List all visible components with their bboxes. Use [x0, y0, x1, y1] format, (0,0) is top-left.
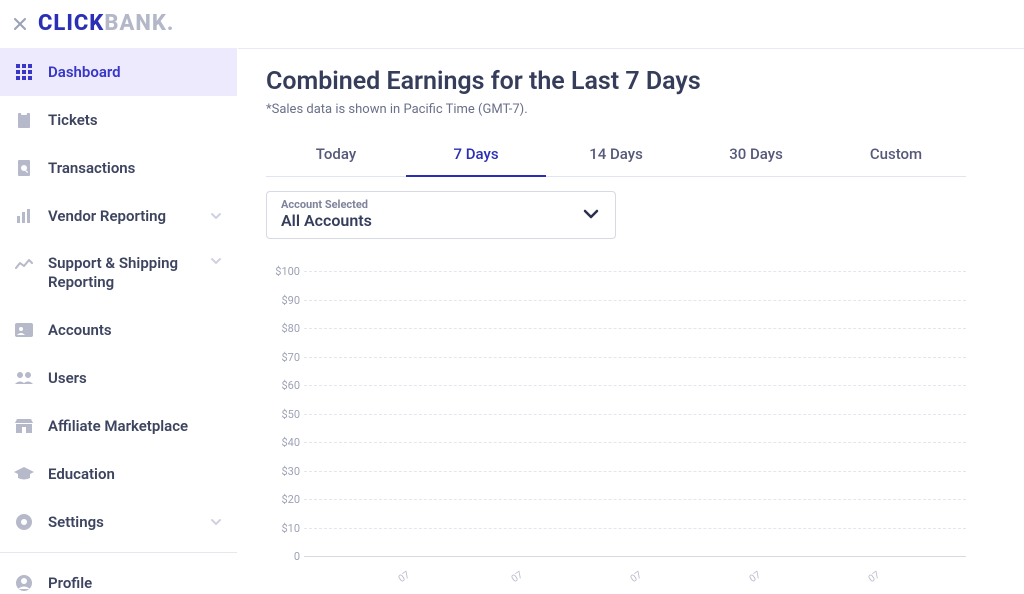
- line-chart-icon: [14, 254, 34, 274]
- account-select-label: Account Selected: [281, 198, 372, 211]
- sidebar-item-support-shipping-reporting[interactable]: Support & Shipping Reporting: [0, 240, 237, 306]
- tab-14-days[interactable]: 14 Days: [546, 135, 686, 176]
- tab-custom[interactable]: Custom: [826, 135, 966, 176]
- chevron-down-icon: [209, 209, 223, 223]
- chart-gridline: $40: [304, 442, 966, 471]
- sidebar-item-vendor-reporting[interactable]: Vendor Reporting: [0, 192, 237, 240]
- chart-y-tick: $10: [266, 522, 300, 535]
- chevron-down-icon: [581, 204, 601, 224]
- chart-gridline: $100: [304, 271, 966, 300]
- sidebar-item-settings[interactable]: Settings: [0, 498, 237, 546]
- tab-30-days[interactable]: 30 Days: [686, 135, 826, 176]
- clipboard-icon: [14, 110, 34, 130]
- chart-x-axis: 0707070707: [304, 574, 966, 588]
- gear-icon: [14, 512, 34, 532]
- chart-y-tick: $90: [266, 294, 300, 307]
- users-icon: [14, 368, 34, 388]
- chart-y-tick: $60: [266, 379, 300, 392]
- chart-y-tick: $70: [266, 351, 300, 364]
- brand-logo: CLICKBANK.: [38, 11, 174, 36]
- chart-y-tick: $40: [266, 436, 300, 449]
- nav-divider: [0, 552, 237, 553]
- sidebar-item-label: Education: [48, 465, 115, 483]
- sidebar: Dashboard Tickets Transactions Vendor Re…: [0, 48, 238, 594]
- bar-chart-icon: [14, 206, 34, 226]
- chart-y-tick: 0: [266, 550, 300, 563]
- sidebar-item-dashboard[interactable]: Dashboard: [0, 48, 237, 96]
- chart-y-tick: $80: [266, 322, 300, 335]
- chart-y-tick: $30: [266, 465, 300, 478]
- account-select-value: All Accounts: [281, 211, 372, 230]
- chart-gridline: $90: [304, 300, 966, 329]
- brand-part1: CLICK: [38, 11, 104, 36]
- sidebar-item-label: Dashboard: [48, 63, 121, 81]
- date-range-tabs: Today 7 Days 14 Days 30 Days Custom: [266, 135, 966, 177]
- sidebar-item-accounts[interactable]: Accounts: [0, 306, 237, 354]
- sidebar-item-label: Settings: [48, 513, 104, 531]
- chart-y-tick: $50: [266, 408, 300, 421]
- sidebar-item-label: Profile: [48, 574, 92, 592]
- id-card-icon: [14, 320, 34, 340]
- brand-dot: .: [167, 11, 175, 36]
- graduation-cap-icon: [14, 464, 34, 484]
- chevron-down-icon: [209, 515, 223, 529]
- tab-today[interactable]: Today: [266, 135, 406, 176]
- sidebar-item-profile[interactable]: Profile: [0, 559, 237, 594]
- page-title: Combined Earnings for the Last 7 Days: [266, 67, 966, 96]
- sidebar-item-transactions[interactable]: Transactions: [0, 144, 237, 192]
- sidebar-item-education[interactable]: Education: [0, 450, 237, 498]
- sidebar-item-label: Tickets: [48, 111, 98, 129]
- sidebar-item-affiliate-marketplace[interactable]: Affiliate Marketplace: [0, 402, 237, 450]
- chevron-down-icon: [209, 254, 223, 268]
- sidebar-item-label: Support & Shipping Reporting: [48, 254, 178, 292]
- chart-gridline: $70: [304, 357, 966, 386]
- page-subtitle: *Sales data is shown in Pacific Time (GM…: [266, 102, 966, 117]
- sidebar-item-label: Accounts: [48, 321, 112, 339]
- user-circle-icon: [14, 573, 34, 593]
- tab-7-days[interactable]: 7 Days: [406, 135, 546, 177]
- sidebar-item-tickets[interactable]: Tickets: [0, 96, 237, 144]
- main-content: Combined Earnings for the Last 7 Days *S…: [238, 48, 1024, 594]
- brand-part2: BANK: [104, 11, 167, 36]
- sidebar-item-label: Vendor Reporting: [48, 207, 166, 225]
- chart-gridline: $50: [304, 414, 966, 443]
- grid-icon: [14, 62, 34, 82]
- chart-gridline: $60: [304, 385, 966, 414]
- chart-y-tick: $100: [266, 265, 300, 278]
- sidebar-item-label: Affiliate Marketplace: [48, 417, 188, 435]
- sidebar-item-users[interactable]: Users: [0, 354, 237, 402]
- sidebar-item-label: Users: [48, 369, 87, 387]
- earnings-chart: $100$90$80$70$60$50$40$30$20$10007070707…: [266, 271, 966, 579]
- chart-gridline: $30: [304, 471, 966, 500]
- chart-gridline: $80: [304, 328, 966, 357]
- chart-gridline: $20: [304, 499, 966, 528]
- sidebar-item-label: Transactions: [48, 159, 135, 177]
- chart-gridline: $10: [304, 528, 966, 557]
- account-select[interactable]: Account Selected All Accounts: [266, 191, 616, 239]
- store-icon: [14, 416, 34, 436]
- search-file-icon: [14, 158, 34, 178]
- close-icon[interactable]: [8, 12, 32, 36]
- chart-y-tick: $20: [266, 493, 300, 506]
